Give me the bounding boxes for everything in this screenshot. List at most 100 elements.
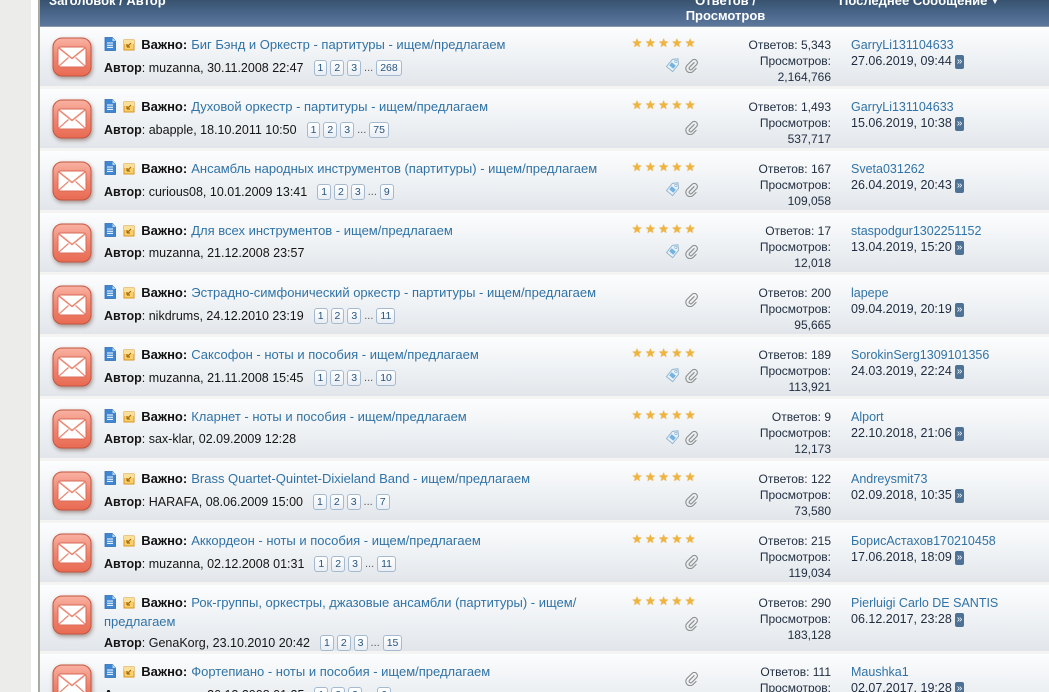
- replies-line: Ответов: 200: [704, 285, 831, 301]
- thread-title-link[interactable]: Ансамбль народных инструментов (партитур…: [191, 161, 597, 176]
- page-link[interactable]: 2: [330, 370, 345, 386]
- page-link[interactable]: 3: [353, 635, 368, 651]
- thread-row: Важно: Ансамбль народных инструментов (па…: [40, 151, 1049, 213]
- page-link-last[interactable]: 11: [377, 556, 397, 572]
- page-link-last[interactable]: 9: [379, 184, 394, 200]
- page-link[interactable]: 3: [348, 556, 362, 572]
- page-link[interactable]: 3: [347, 60, 362, 76]
- last-post-user-link[interactable]: Sveta031262: [851, 162, 925, 176]
- page-link[interactable]: 2: [330, 60, 345, 76]
- thread-title-link[interactable]: Кларнет - ноты и пособия - ищем/предлага…: [191, 409, 467, 424]
- tag-icon[interactable]: [665, 368, 680, 388]
- thread-title-link[interactable]: Brass Quartet-Quintet-Dixieland Band - и…: [191, 471, 530, 486]
- replies-line: Ответов: 111: [704, 664, 831, 680]
- thread-title-link[interactable]: Саксофон - ноты и пособия - ищем/предлаг…: [191, 347, 479, 362]
- thread-title-cell: Важно: Кларнет - ноты и пособия - ищем/пр…: [104, 407, 612, 458]
- go-to-last-post-icon[interactable]: »: [954, 427, 965, 441]
- thread-title-link[interactable]: Эстрадно-симфонический оркестр - партиту…: [191, 285, 596, 300]
- page-link[interactable]: 1: [317, 184, 332, 200]
- last-post-user-link[interactable]: Maushka1: [851, 665, 909, 679]
- page-link-last[interactable]: 15: [382, 635, 403, 651]
- views-count: 12,173: [794, 442, 831, 456]
- go-to-last-post-icon[interactable]: »: [954, 179, 965, 193]
- star-icon: ★: [684, 346, 698, 360]
- go-to-last-post-icon[interactable]: »: [954, 365, 965, 379]
- thread-title-cell: Важно: Ансамбль народных инструментов (па…: [104, 159, 612, 210]
- envelope-icon: [52, 161, 92, 201]
- column-header-last-message[interactable]: Последнее Сообщение ▼: [839, 0, 1049, 26]
- page-link[interactable]: 2: [323, 122, 338, 138]
- page-link-last[interactable]: 75: [369, 122, 389, 138]
- tag-icon[interactable]: [665, 182, 680, 202]
- go-to-last-post-icon[interactable]: »: [954, 117, 965, 131]
- go-to-last-post-icon[interactable]: »: [954, 55, 965, 69]
- page-ellipsis: ...: [364, 558, 375, 570]
- star-icon: ★: [658, 346, 672, 360]
- thread-title-link[interactable]: Аккордеон - ноты и пособия - ищем/предла…: [191, 533, 481, 548]
- page-link[interactable]: 2: [329, 494, 344, 510]
- thread-rating-cell: ★★★★★: [612, 35, 704, 86]
- go-to-last-post-icon[interactable]: »: [954, 303, 965, 317]
- thread-title-link[interactable]: Фортепиано - ноты и пособия - ищем/предл…: [191, 664, 490, 679]
- last-post-user-link[interactable]: БорисАстахов170210458: [851, 534, 996, 548]
- page-link[interactable]: 1: [319, 635, 334, 651]
- page-link[interactable]: 2: [330, 308, 345, 324]
- go-to-last-post-icon[interactable]: »: [954, 613, 965, 627]
- last-post-user-link[interactable]: Alport: [851, 410, 884, 424]
- replies-count: 5,343: [800, 38, 831, 52]
- last-post-user-link[interactable]: GarryLi131104633: [851, 100, 954, 114]
- page-link[interactable]: 3: [346, 494, 361, 510]
- tag-icon[interactable]: [665, 244, 680, 264]
- views-label: Просмотров:: [759, 364, 831, 378]
- replies-line: Ответов: 9: [704, 409, 831, 425]
- page-link-last[interactable]: 11: [376, 308, 396, 324]
- tag-icon[interactable]: [665, 58, 680, 78]
- last-post-user-link[interactable]: lapepe: [851, 286, 889, 300]
- last-post-user-link[interactable]: SorokinSerg1309101356: [851, 348, 989, 362]
- last-post-user-link[interactable]: Pierluigi Carlo DE SANTIS: [851, 596, 998, 610]
- sort-descending-icon[interactable]: ▼: [991, 0, 999, 6]
- last-post-user-link[interactable]: Andreysmit73: [851, 472, 927, 486]
- page-link[interactable]: 3: [347, 370, 362, 386]
- page-link[interactable]: 1: [313, 494, 327, 510]
- page-link-last[interactable]: 7: [375, 494, 390, 510]
- column-header-title-author[interactable]: Заголовок / Автор: [40, 0, 612, 26]
- thread-title-link[interactable]: Биг Бэнд и Оркестр - партитуры - ищем/пр…: [191, 37, 505, 52]
- last-post-user-link[interactable]: staspodgur1302251152: [851, 224, 981, 238]
- page-link[interactable]: 2: [331, 687, 346, 692]
- page-link[interactable]: 3: [348, 687, 362, 692]
- replies-count: 1,493: [800, 100, 831, 114]
- page-link[interactable]: 3: [347, 308, 362, 324]
- page-link[interactable]: 1: [313, 308, 328, 324]
- page-link[interactable]: 3: [350, 184, 365, 200]
- thread-title-link[interactable]: Для всех инструментов - ищем/предлагаем: [191, 223, 453, 238]
- page-link-last[interactable]: 268: [376, 60, 402, 76]
- views-count: 95,665: [794, 318, 831, 332]
- thread-title-link[interactable]: Духовой оркестр - партитуры - ищем/предл…: [191, 99, 488, 114]
- replies-line: Ответов: 122: [704, 471, 831, 487]
- go-to-last-post-icon[interactable]: »: [954, 682, 965, 692]
- page-link[interactable]: 1: [313, 370, 328, 386]
- page-link[interactable]: 3: [340, 122, 355, 138]
- page-ellipsis: ...: [363, 496, 373, 508]
- go-to-last-post-icon[interactable]: »: [954, 489, 965, 503]
- go-to-last-post-icon[interactable]: »: [954, 551, 965, 565]
- paperclip-icon: [683, 492, 698, 512]
- go-to-last-post-icon[interactable]: »: [954, 241, 965, 255]
- replies-line: Ответов: 17: [704, 223, 831, 239]
- last-post-user-link[interactable]: GarryLi131104633: [851, 38, 954, 52]
- author-text: Автор: nikdrums, 24.12.2010 23:19: [104, 309, 304, 323]
- star-icon: ★: [671, 36, 685, 50]
- page-link[interactable]: 1: [306, 122, 321, 138]
- tag-icon[interactable]: [665, 430, 680, 450]
- page-link-last[interactable]: 6: [377, 687, 391, 692]
- page-link[interactable]: 2: [336, 635, 351, 651]
- star-rating: ★★★★★: [612, 36, 698, 50]
- page-link[interactable]: 2: [334, 184, 348, 200]
- page-link[interactable]: 2: [331, 556, 346, 572]
- page-link-last[interactable]: 10: [376, 370, 396, 386]
- column-header-replies-views[interactable]: Ответов / Просмотров: [612, 0, 839, 26]
- page-link[interactable]: 1: [314, 556, 329, 572]
- page-link[interactable]: 1: [314, 687, 329, 692]
- page-link[interactable]: 1: [313, 60, 328, 76]
